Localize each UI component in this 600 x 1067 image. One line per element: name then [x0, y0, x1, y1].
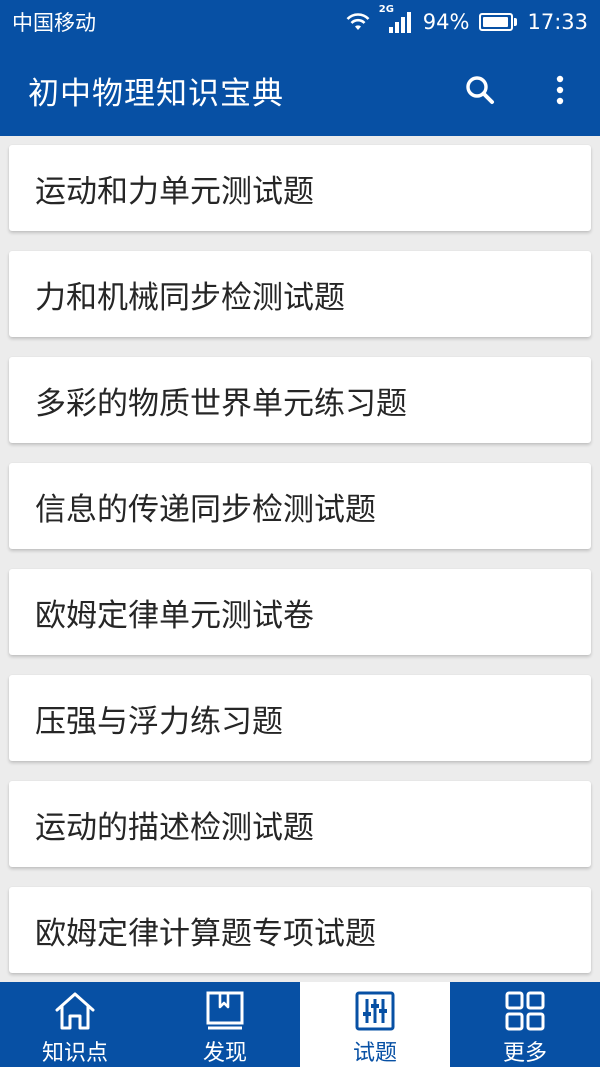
- carrier-label: 中国移动: [12, 11, 96, 35]
- list-item[interactable]: 多彩的物质世界单元练习题: [9, 357, 591, 443]
- list-item[interactable]: 信息的传递同步检测试题: [9, 463, 591, 549]
- nav-item-more[interactable]: 更多: [450, 982, 600, 1067]
- nav-item-knowledge[interactable]: 知识点: [0, 982, 150, 1067]
- wifi-icon: [346, 13, 370, 30]
- app-bar: 初中物理知识宝典: [0, 44, 600, 136]
- nav-item-discover[interactable]: 发现: [150, 982, 300, 1067]
- list-item[interactable]: 欧姆定律计算题专项试题: [9, 887, 591, 973]
- list-item-label: 信息的传递同步检测试题: [35, 491, 376, 528]
- list-item[interactable]: 压强与浮力练习题: [9, 675, 591, 761]
- list-item-label: 压强与浮力练习题: [35, 703, 283, 740]
- list-item-label: 欧姆定律单元测试卷: [35, 597, 314, 634]
- bottom-nav: 知识点 发现 试题 更多: [0, 982, 600, 1067]
- list-item[interactable]: 运动的描述检测试题: [9, 781, 591, 867]
- list-item[interactable]: 力和机械同步检测试题: [9, 251, 591, 337]
- search-button[interactable]: [440, 44, 520, 136]
- grid-icon: [505, 991, 545, 1030]
- exam-list[interactable]: 运动和力单元测试题 力和机械同步检测试题 多彩的物质世界单元练习题 信息的传递同…: [0, 136, 600, 982]
- list-item-label: 力和机械同步检测试题: [35, 279, 345, 316]
- nav-label: 知识点: [41, 1041, 108, 1066]
- list-item[interactable]: 运动和力单元测试题: [9, 145, 591, 231]
- more-vert-icon: [556, 75, 564, 105]
- nav-label: 试题: [352, 1041, 397, 1066]
- sliders-icon: [355, 991, 395, 1030]
- app-actions: [440, 44, 600, 136]
- list-item-label: 运动和力单元测试题: [35, 173, 314, 210]
- list-item-label: 运动的描述检测试题: [35, 809, 314, 846]
- status-bar: 中国移动 2G 94% 17:33: [0, 0, 600, 44]
- book-icon: [206, 991, 244, 1029]
- battery-fill: [483, 17, 508, 27]
- more-options-button[interactable]: [520, 44, 600, 136]
- home-icon: [55, 992, 95, 1029]
- nav-item-exams[interactable]: 试题: [300, 982, 450, 1067]
- cell-signal-icon: 2G: [379, 4, 413, 34]
- search-icon: [466, 76, 494, 104]
- battery-percent: 94%: [422, 10, 470, 34]
- battery-icon: [479, 13, 518, 31]
- nav-label: 发现: [202, 1041, 247, 1066]
- list-item[interactable]: 欧姆定律单元测试卷: [9, 569, 591, 655]
- clock: 17:33: [527, 10, 588, 34]
- app-title: 初中物理知识宝典: [28, 75, 284, 112]
- status-icons: 2G 94% 17:33: [345, 4, 588, 34]
- list-item-label: 欧姆定律计算题专项试题: [35, 915, 376, 952]
- nav-label: 更多: [502, 1041, 547, 1066]
- list-item-label: 多彩的物质世界单元练习题: [35, 385, 407, 422]
